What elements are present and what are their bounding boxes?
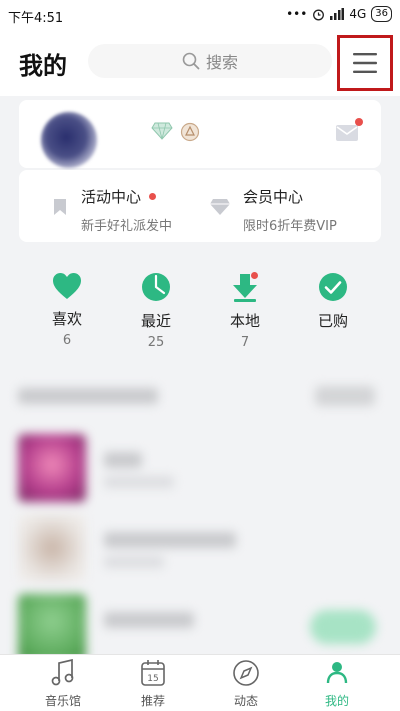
activity-center-subtitle: 新手好礼派发中	[81, 219, 173, 234]
playlist-meta-blurred	[104, 476, 174, 488]
play-pill-blurred	[310, 610, 376, 644]
page-title: 我的	[19, 52, 67, 80]
playlist-row[interactable]	[0, 514, 400, 588]
local-red-dot	[251, 272, 258, 279]
shortcut-recent[interactable]: 最近 25	[126, 272, 186, 350]
menu-button[interactable]	[337, 35, 393, 91]
battery-indicator: 36	[371, 6, 392, 22]
search-placeholder: 搜索	[205, 53, 238, 72]
shortcut-local-label: 本地	[229, 312, 260, 330]
shortcut-purchased[interactable]: 已购	[303, 272, 363, 335]
playlist-cover	[18, 434, 86, 502]
tab-recommend[interactable]: 15 推荐	[118, 659, 188, 709]
playlist-section-blurred	[0, 372, 400, 662]
playlist-cover	[18, 594, 86, 662]
more-dots-icon: •••	[286, 7, 308, 21]
tab-music-hall[interactable]: 音乐馆	[28, 658, 98, 709]
calendar-icon: 15	[141, 660, 165, 686]
mail-unread-dot	[355, 118, 363, 126]
shortcut-row: 喜欢 6 最近 25 本地 7 已购	[0, 262, 400, 362]
playlist-header-blurred	[18, 388, 158, 404]
playlist-meta-blurred	[104, 556, 164, 568]
shortcut-local[interactable]: 本地 7	[215, 272, 275, 350]
page-header: 我的 搜索	[0, 30, 400, 96]
vip-center-title: 会员中心	[243, 188, 304, 206]
diamond-badge-icon	[151, 122, 173, 140]
search-icon	[182, 52, 200, 70]
level-badge-icon	[180, 122, 200, 142]
shortcut-local-count: 7	[240, 335, 250, 350]
tab-dynamic-label: 动态	[233, 694, 258, 708]
shortcut-purchased-label: 已购	[317, 312, 348, 330]
alarm-icon	[313, 9, 325, 20]
tab-dynamic[interactable]: 动态	[211, 659, 281, 709]
activity-center-title: 活动中心	[81, 188, 142, 206]
status-time: 下午4:51	[8, 11, 64, 26]
status-icons: ••• 4G 36	[286, 6, 392, 22]
activity-red-dot	[149, 193, 157, 200]
signal-icon	[330, 8, 345, 20]
vip-diamond-icon	[210, 199, 230, 215]
status-bar: 下午4:51 ••• 4G 36	[0, 0, 400, 30]
tab-mine[interactable]: 我的	[302, 659, 372, 709]
playlist-title-blurred	[104, 452, 142, 468]
search-input[interactable]: 搜索	[88, 44, 332, 78]
playlist-cover	[18, 514, 86, 582]
network-type: 4G	[349, 7, 367, 21]
mail-icon[interactable]	[335, 124, 359, 142]
vip-center-subtitle: 限时6折年费VIP	[243, 219, 337, 234]
checkmark-circle-icon	[319, 273, 347, 301]
shortcut-favorites-count: 6	[62, 333, 72, 348]
activity-center[interactable]: 活动中心 新手好礼派发中	[81, 186, 172, 234]
user-profile-card[interactable]	[19, 100, 381, 168]
shortcut-recent-label: 最近	[140, 312, 171, 330]
playlist-row[interactable]	[0, 434, 400, 508]
calendar-day: 15	[147, 674, 158, 684]
clock-pie-icon	[142, 273, 170, 301]
tab-mine-label: 我的	[324, 694, 349, 708]
shortcut-recent-count: 25	[147, 335, 165, 350]
shortcut-favorites[interactable]: 喜欢 6	[37, 272, 97, 348]
promo-card: 活动中心 新手好礼派发中 会员中心 限时6折年费VIP	[19, 170, 381, 242]
heart-icon	[53, 273, 81, 299]
music-note-icon	[51, 658, 74, 686]
compass-icon	[233, 660, 259, 686]
shortcut-favorites-label: 喜欢	[51, 310, 82, 328]
profile-icon	[326, 662, 348, 684]
bookmark-icon	[54, 199, 66, 215]
tab-music-hall-label: 音乐馆	[44, 694, 81, 708]
avatar[interactable]	[41, 112, 97, 168]
playlist-title-blurred	[104, 612, 194, 628]
playlist-header-icons-blurred	[315, 386, 375, 406]
vip-center[interactable]: 会员中心 限时6折年费VIP	[243, 186, 337, 234]
hamburger-menu-icon	[353, 53, 377, 73]
tab-recommend-label: 推荐	[140, 694, 165, 708]
user-badges[interactable]	[151, 122, 201, 142]
bottom-tab-bar: 音乐馆 15 推荐 动态 我的	[0, 654, 400, 711]
playlist-title-blurred	[104, 532, 236, 548]
